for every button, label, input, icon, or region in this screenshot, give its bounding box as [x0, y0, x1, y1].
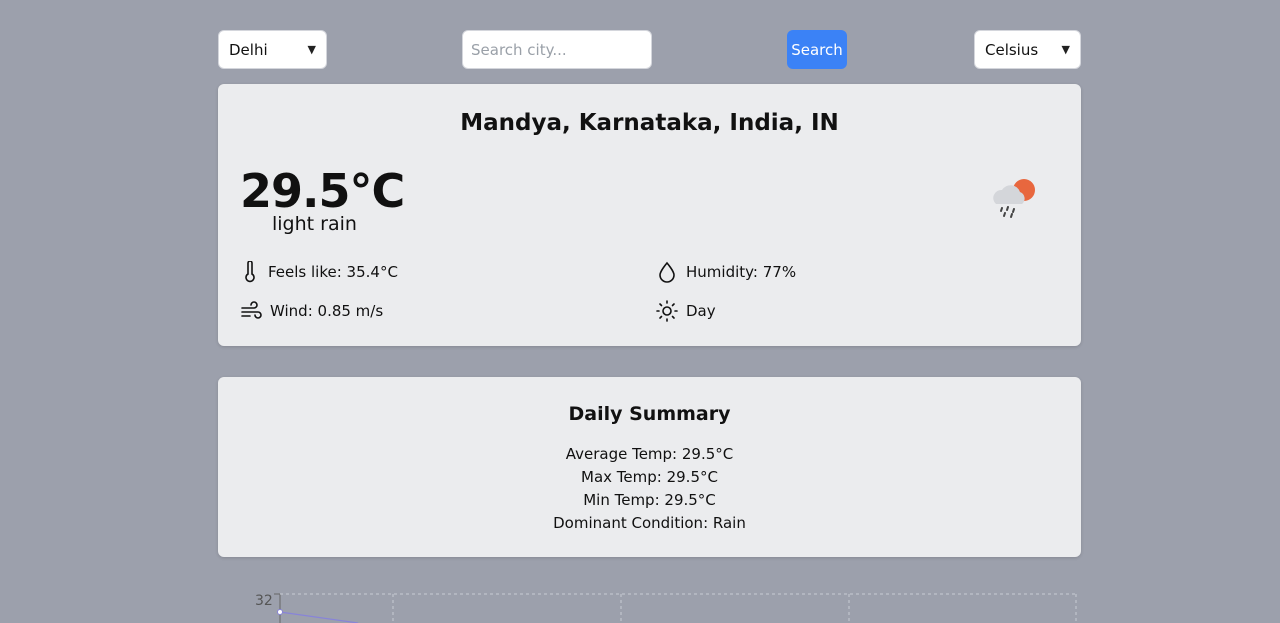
rain-with-sun-icon: [993, 179, 1035, 218]
wind: Wind: 0.85 m/s: [240, 300, 383, 322]
summary-average: Average Temp: 29.5°C: [565, 445, 734, 463]
series-point[interactable]: [277, 609, 283, 615]
humidity: Humidity: 77%: [656, 261, 796, 283]
thermometer-icon: [245, 261, 255, 283]
daily-summary-card: Daily Summary Average Temp: 29.5°C Max T…: [218, 377, 1081, 557]
city-select[interactable]: Delhi ▼: [218, 30, 327, 69]
unit-select-value: Celsius: [985, 40, 1039, 59]
day-night: Day: [656, 300, 716, 322]
summary-max: Max Temp: 29.5°C: [581, 468, 718, 486]
droplet-icon: [659, 261, 675, 283]
day-night-text: Day: [686, 302, 716, 320]
summary-dominant: Dominant Condition: Rain: [553, 514, 746, 532]
city-select-value: Delhi: [229, 40, 268, 59]
summary-min: Min Temp: 29.5°C: [583, 491, 716, 509]
humidity-text: Humidity: 77%: [686, 263, 797, 281]
wind-icon: [241, 301, 262, 319]
search-placeholder: Search city...: [471, 40, 567, 59]
chart-grid: [280, 593, 1077, 623]
series-line: [279, 611, 359, 623]
temperature-chart: 32: [255, 593, 1077, 623]
current-temperature: 29.5°C: [240, 164, 405, 218]
unit-select[interactable]: Celsius ▼: [974, 30, 1081, 69]
weather-description: light rain: [272, 213, 357, 235]
feels-like-text: Feels like: 35.4°C: [268, 263, 398, 281]
current-weather-card: Mandya, Karnataka, India, IN 29.5°C ligh…: [218, 84, 1081, 346]
search-input[interactable]: Search city...: [462, 30, 652, 69]
sun-icon: [656, 300, 678, 322]
controls-bar: Delhi ▼ Search city... Search Celsius ▼: [218, 30, 1081, 69]
wind-text: Wind: 0.85 m/s: [270, 302, 384, 320]
summary-title: Daily Summary: [568, 403, 731, 425]
location-title: Mandya, Karnataka, India, IN: [460, 110, 839, 136]
chevron-down-icon: ▼: [307, 43, 316, 56]
feels-like: Feels like: 35.4°C: [240, 261, 398, 283]
chevron-down-icon: ▼: [1061, 43, 1070, 56]
y-tick-label: 32: [255, 593, 273, 609]
search-button[interactable]: Search: [787, 30, 847, 69]
